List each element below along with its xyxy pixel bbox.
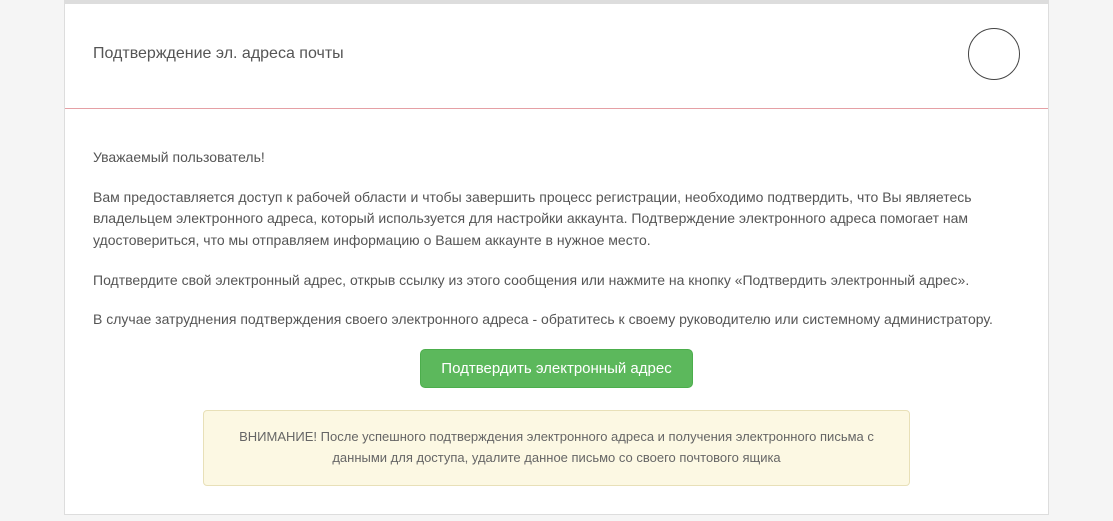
body-paragraph-3: В случае затруднения подтверждения своег…	[93, 309, 1020, 331]
status-circle-icon	[968, 28, 1020, 80]
warning-text: После успешного подтверждения электронно…	[321, 429, 874, 465]
email-confirmation-card: Подтверждение эл. адреса почты Уважаемый…	[64, 0, 1049, 515]
greeting-text: Уважаемый пользователь!	[93, 147, 1020, 169]
button-container: Подтвердить электронный адрес	[93, 349, 1020, 388]
card-header: Подтверждение эл. адреса почты	[65, 4, 1048, 109]
confirm-email-button[interactable]: Подтвердить электронный адрес	[420, 349, 692, 388]
warning-label: ВНИМАНИЕ!	[239, 429, 321, 444]
card-title: Подтверждение эл. адреса почты	[93, 45, 344, 63]
warning-box: ВНИМАНИЕ! После успешного подтверждения …	[203, 410, 910, 486]
body-paragraph-1: Вам предоставляется доступ к рабочей обл…	[93, 187, 1020, 252]
card-body: Уважаемый пользователь! Вам предоставляе…	[65, 109, 1048, 514]
body-paragraph-2: Подтвердите свой электронный адрес, откр…	[93, 270, 1020, 292]
